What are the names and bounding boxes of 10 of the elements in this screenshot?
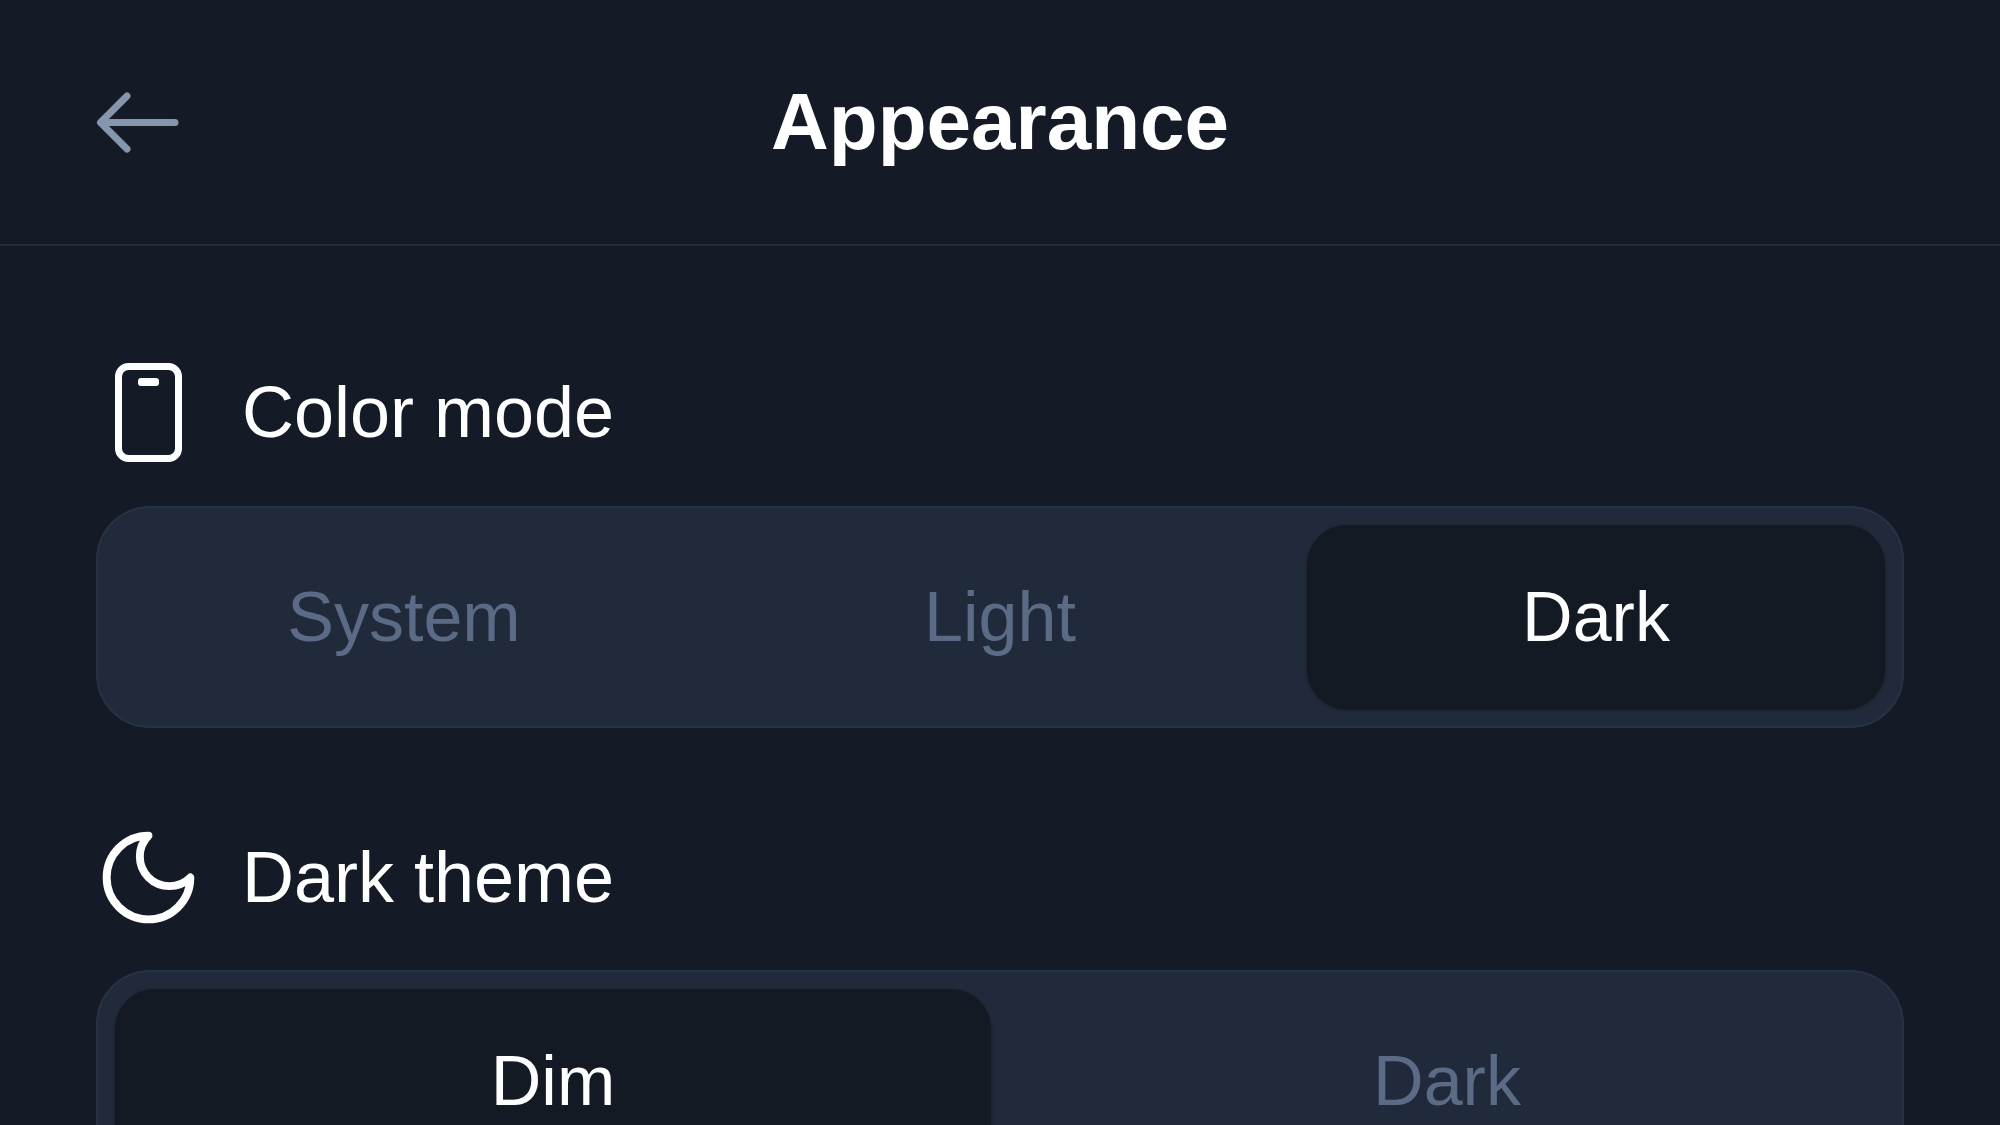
phone-icon (115, 362, 182, 462)
segment-tab[interactable]: System (115, 525, 693, 709)
back-arrow-icon (96, 90, 179, 154)
segment-tab[interactable]: Dark (1307, 525, 1885, 709)
segment-tab[interactable]: Light (711, 525, 1289, 709)
moon-icon (102, 830, 195, 924)
section-label: Color mode (242, 376, 615, 448)
segment-tab[interactable]: Dim (115, 989, 991, 1125)
segment-tab[interactable]: Dark (1009, 989, 1885, 1125)
section-label: Dark theme (242, 841, 615, 913)
